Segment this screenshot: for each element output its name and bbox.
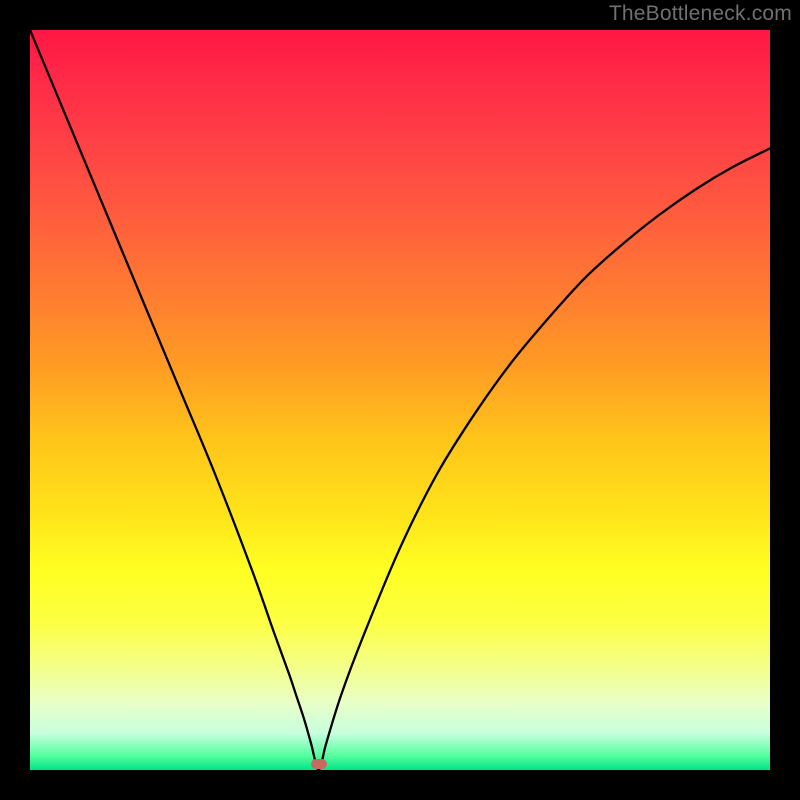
optimum-marker — [311, 759, 327, 769]
bottleneck-curve — [30, 30, 770, 770]
watermark-text: TheBottleneck.com — [609, 2, 792, 26]
plot-area — [30, 30, 770, 770]
chart-frame: TheBottleneck.com — [0, 0, 800, 800]
